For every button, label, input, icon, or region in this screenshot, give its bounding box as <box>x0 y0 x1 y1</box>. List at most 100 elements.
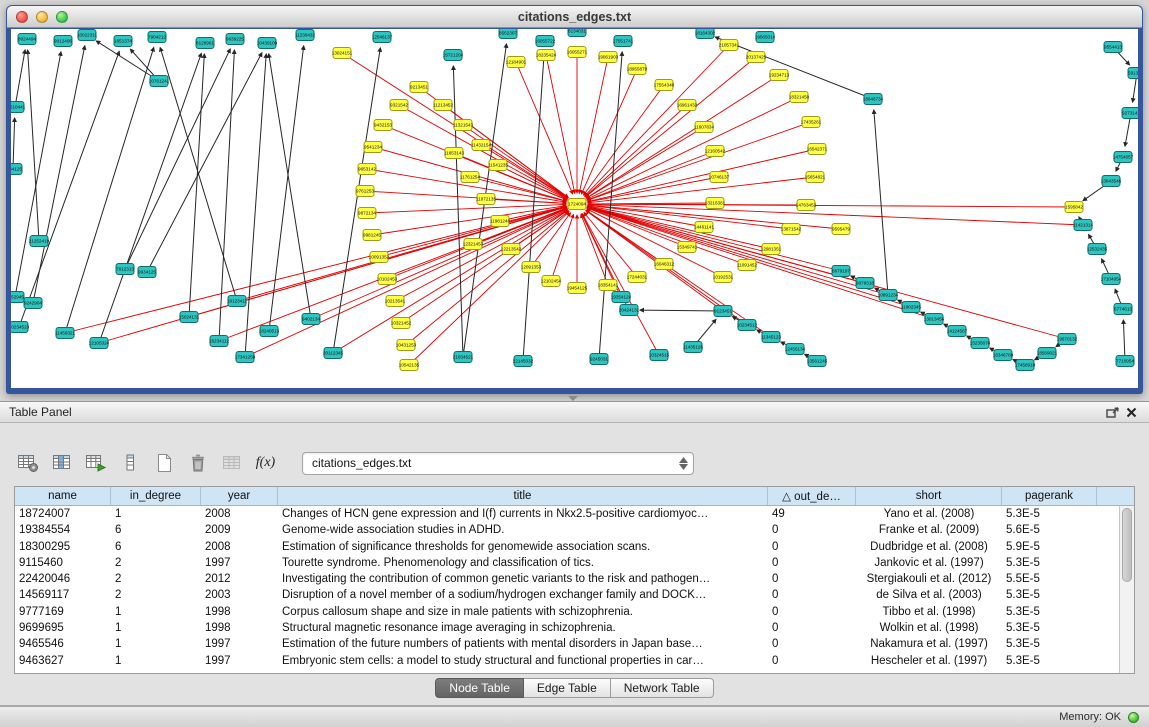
network-node[interactable]: 11902345 <box>901 302 922 313</box>
network-node[interactable]: 12160542 <box>705 146 726 157</box>
network-node[interactable]: 9554413 <box>1104 42 1122 53</box>
close-window-button[interactable] <box>16 11 28 23</box>
network-node[interactable]: 18646734 <box>863 94 884 105</box>
table-select-dropdown[interactable]: citations_edges.txt <box>302 452 694 475</box>
network-node[interactable]: 1595842 <box>1065 202 1083 213</box>
network-node[interactable]: 9123451 <box>714 306 732 317</box>
network-node[interactable]: 13216361 <box>705 198 726 209</box>
window-titlebar[interactable]: citations_edges.txt <box>7 6 1142 28</box>
delete-table-icon[interactable] <box>184 450 211 476</box>
network-node[interactable]: 12532435 <box>1087 244 1108 255</box>
table-row[interactable]: 969969511998Structural magnetic resonanc… <box>15 620 1134 636</box>
network-node[interactable]: 22145032 <box>513 356 534 367</box>
network-node[interactable]: 9273141 <box>1122 108 1138 119</box>
table-row[interactable]: 946554611997Estimation of the future num… <box>15 636 1134 652</box>
column-header-title[interactable]: title <box>278 487 768 505</box>
network-node[interactable]: 14763452 <box>796 200 817 211</box>
network-node[interactable]: 8128961 <box>196 38 214 49</box>
network-node[interactable]: 14754657 <box>1113 152 1134 163</box>
network-node[interactable]: 10891234 <box>878 290 899 301</box>
network-node[interactable]: 9541234 <box>364 142 382 153</box>
network-node[interactable]: 12321453 <box>463 239 484 250</box>
network-node[interactable]: 19234713 <box>769 70 790 81</box>
network-node-hub[interactable]: 1724094 <box>568 199 586 210</box>
network-node[interactable]: 20424131 <box>619 305 640 316</box>
network-node[interactable]: 14461141 <box>694 222 715 233</box>
network-node[interactable]: 12213542 <box>501 244 522 255</box>
network-node[interactable]: 17554340 <box>654 80 675 91</box>
network-node[interactable]: 16055271 <box>567 47 588 58</box>
network-node[interactable]: 13013456 <box>924 314 945 325</box>
network-node[interactable]: 12184901 <box>506 57 527 68</box>
network-node[interactable]: 10192531 <box>713 272 734 283</box>
float-panel-icon[interactable] <box>1104 404 1122 420</box>
network-node[interactable]: 7134125 <box>11 164 22 175</box>
network-node[interactable]: 17458910 <box>1015 360 1036 371</box>
network-node[interactable]: 12546137 <box>372 32 393 43</box>
network-node[interactable]: 10091352 <box>369 252 390 263</box>
show-columns-icon[interactable] <box>48 450 75 476</box>
close-panel-icon[interactable] <box>1122 404 1140 420</box>
network-node[interactable]: 9432153 <box>374 120 392 131</box>
network-node[interactable]: 8562307 <box>499 29 517 39</box>
table-row[interactable]: 1938455462009Genome-wide association stu… <box>15 522 1134 538</box>
network-node[interactable]: 9012406 <box>54 36 72 47</box>
network-node[interactable]: 13561245 <box>807 356 828 367</box>
network-node[interactable]: 18354141 <box>598 280 619 291</box>
network-node[interactable]: 11607834 <box>694 122 715 133</box>
network-node[interactable]: 5913441 <box>1128 68 1138 79</box>
network-node[interactable]: 17435261 <box>801 117 822 128</box>
network-node[interactable]: 12105324 <box>89 338 110 349</box>
network-node[interactable]: 20137425 <box>746 52 767 63</box>
new-column-icon[interactable] <box>82 450 109 476</box>
network-node[interactable]: 19061903 <box>598 52 619 63</box>
network-node[interactable]: 17341250 <box>235 352 256 363</box>
network-node[interactable]: 10234512 <box>737 320 758 331</box>
network-node[interactable]: 11345123 <box>761 332 782 343</box>
table-row[interactable]: 1830029562008Estimation of significance … <box>15 539 1134 555</box>
network-node[interactable]: 9653142 <box>358 164 376 175</box>
network-node[interactable]: 9595479 <box>832 224 850 235</box>
network-node[interactable]: 12102454 <box>541 276 562 287</box>
network-node[interactable]: 18569021 <box>1037 348 1058 359</box>
network-node[interactable]: 16046312 <box>654 259 675 270</box>
network-node[interactable]: 9639225 <box>226 34 244 45</box>
table-row[interactable]: 946362711997Embryonic stem cells: a mode… <box>15 653 1134 669</box>
network-view[interactable]: 1724094 12184901 18235424 16055271 19061903 1… <box>11 29 1138 388</box>
network-node[interactable]: 9934125 <box>138 267 156 278</box>
import-table-icon[interactable] <box>218 450 245 476</box>
network-node[interactable]: 9402134 <box>302 314 320 325</box>
network-node[interactable]: 11459321 <box>55 328 76 339</box>
network-node[interactable]: 15654821 <box>805 172 826 183</box>
network-node[interactable]: 16346789 <box>993 350 1014 361</box>
network-node[interactable]: 18235424 <box>536 50 557 61</box>
network-node[interactable]: 12091353 <box>521 262 542 273</box>
network-node[interactable]: 13871542 <box>781 224 802 235</box>
network-node[interactable]: 9321542 <box>390 100 408 111</box>
table-scrollbar[interactable] <box>1119 506 1134 673</box>
network-node[interactable]: 7904212 <box>148 32 166 43</box>
network-node[interactable]: 8024494 <box>18 34 36 45</box>
table-settings-icon[interactable] <box>14 450 41 476</box>
table-row[interactable]: 1872400712008Changes of HCN gene express… <box>15 506 1134 522</box>
network-node[interactable]: 10234523 <box>11 322 30 333</box>
network-node[interactable]: 11653143 <box>444 148 465 159</box>
tab-edge-table[interactable]: Edge Table <box>524 678 611 698</box>
network-node[interactable]: 1851374 <box>114 36 132 47</box>
network-node[interactable]: 9242904 <box>24 298 42 309</box>
network-node[interactable]: 9679318 <box>856 278 874 289</box>
network-node[interactable]: 10746137 <box>709 172 730 183</box>
network-node[interactable]: 11435126 <box>683 342 704 353</box>
column-header-short[interactable]: short <box>856 487 1002 505</box>
network-node[interactable]: 16542371 <box>807 144 828 155</box>
network-node[interactable]: 16234112 <box>209 336 230 347</box>
column-header-year[interactable]: year <box>201 487 278 505</box>
network-node[interactable]: 9213451 <box>410 82 428 93</box>
network-node[interactable]: 12981351 <box>761 244 782 255</box>
network-node[interactable]: 18321450 <box>789 92 810 103</box>
network-node[interactable]: 7710954 <box>1116 356 1134 367</box>
network-node[interactable]: 11432154 <box>471 140 492 151</box>
network-node[interactable]: 15235678 <box>970 338 991 349</box>
network-node[interactable]: 17244031 <box>627 272 648 283</box>
column-header-name[interactable]: name <box>15 487 111 505</box>
